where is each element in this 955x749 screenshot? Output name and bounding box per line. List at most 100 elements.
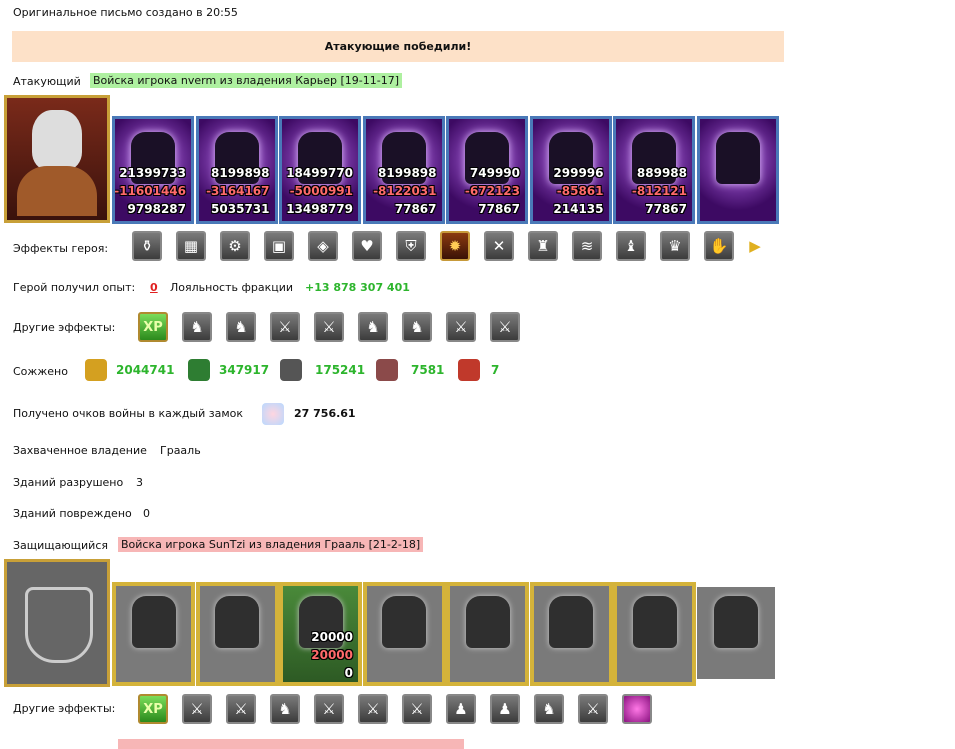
- defender-unit-card[interactable]: [195, 582, 279, 686]
- unit-remaining: 77867: [394, 202, 437, 216]
- scroll-icon[interactable]: ≋: [572, 231, 602, 261]
- hero-body: [17, 166, 97, 216]
- defender-army: Войска игрока SunTzi из владения Грааль …: [118, 537, 424, 552]
- defender-unit-card[interactable]: [529, 582, 613, 686]
- arrow-right-icon[interactable]: ▶: [748, 231, 762, 261]
- unit-portrait: [131, 596, 176, 649]
- sword-icon[interactable]: ⚔: [446, 312, 476, 342]
- worker-icon: [458, 359, 480, 381]
- unit-loss: -812121: [631, 184, 687, 198]
- dragon-icon[interactable]: ♛: [660, 231, 690, 261]
- burned-label: Сожжено: [13, 365, 68, 378]
- unit-remaining: 77867: [645, 202, 687, 216]
- sword-icon[interactable]: ⚔: [314, 312, 344, 342]
- unit-loss: -85861: [556, 184, 604, 198]
- unit-loss: -3164167: [206, 184, 270, 198]
- loyalty-value: +13 878 307 401: [305, 281, 410, 294]
- glove-icon[interactable]: ✋: [704, 231, 734, 261]
- unit-remaining: 214135: [553, 202, 604, 216]
- boots-icon[interactable]: ♝: [616, 231, 646, 261]
- damaged-label: Зданий повреждено: [13, 507, 132, 520]
- treasure-icon[interactable]: ◈: [308, 231, 338, 261]
- defender-label: Защищающийся: [13, 539, 108, 552]
- defender-unit-card[interactable]: [362, 582, 446, 686]
- ore-icon: [280, 359, 302, 381]
- unit-remaining: 13498779: [286, 202, 353, 216]
- horse-icon[interactable]: ♞: [226, 312, 256, 342]
- cauldron-icon[interactable]: ⚱: [132, 231, 162, 261]
- horse-icon[interactable]: ♞: [534, 694, 564, 724]
- war-points-label: Получено очков войны в каждый замок: [13, 407, 244, 420]
- defender-unit-card[interactable]: [696, 587, 775, 679]
- sword-icon[interactable]: ⚔: [490, 312, 520, 342]
- exp-value-link[interactable]: 0: [150, 281, 158, 294]
- burned-value: 2044741: [116, 363, 175, 377]
- attacker-unit-card[interactable]: 889988 -812121 77867: [613, 116, 695, 224]
- attacker-army: Войска игрока nverm из владения Карьер […: [90, 73, 403, 88]
- unit-portrait: [715, 131, 760, 184]
- armor-grid-icon[interactable]: ▦: [176, 231, 206, 261]
- damaged-value: 0: [143, 507, 150, 520]
- burned-value: 7: [491, 363, 500, 377]
- sword-icon[interactable]: ⚔: [226, 694, 256, 724]
- attacker-unit-card[interactable]: 18499770 -5000991 13498779: [279, 116, 361, 224]
- pink-orb-icon[interactable]: [622, 694, 652, 724]
- sword-icon[interactable]: ⚔: [182, 694, 212, 724]
- pawn-icon[interactable]: ♟: [446, 694, 476, 724]
- unit-portrait: [549, 596, 593, 649]
- attacker-unit-card[interactable]: 749990 -672123 77867: [446, 116, 528, 224]
- sword-icon[interactable]: ⚔: [270, 312, 300, 342]
- defender-unit-card[interactable]: 20000 20000 0: [279, 582, 362, 686]
- unit-loss: -672123: [464, 184, 520, 198]
- burned-value: 347917: [219, 363, 270, 377]
- battle-result-banner: Атакующие победили!: [12, 31, 784, 62]
- stone-icon: [376, 359, 398, 381]
- fire-rune-icon[interactable]: ✹: [440, 231, 470, 261]
- destroyed-label: Зданий разрушено: [13, 476, 124, 489]
- unit-count: 20000: [311, 630, 353, 644]
- loyalty-label: Лояльность фракции: [170, 281, 294, 294]
- wood-icon: [188, 359, 210, 381]
- chest-icon[interactable]: ▣: [264, 231, 294, 261]
- attacker-hero-portrait[interactable]: [4, 95, 110, 223]
- pawn-icon[interactable]: ♟: [490, 694, 520, 724]
- defender-unit-card[interactable]: [613, 582, 696, 686]
- unit-count: 18499770: [286, 166, 353, 180]
- xp-icon[interactable]: XP: [138, 312, 168, 342]
- horse-icon[interactable]: ♞: [402, 312, 432, 342]
- sword-icon[interactable]: ⚔: [358, 694, 388, 724]
- unit-portrait: [215, 596, 259, 649]
- mage-icon[interactable]: ♜: [528, 231, 558, 261]
- sword-icon[interactable]: ⚔: [314, 694, 344, 724]
- unit-portrait: [465, 596, 510, 649]
- captured-value: Грааль: [160, 444, 201, 457]
- shield-icon[interactable]: ⛨: [396, 231, 426, 261]
- crossed-swords-icon[interactable]: ✕: [484, 231, 514, 261]
- defender-hero-portrait[interactable]: [4, 559, 110, 687]
- xp-icon[interactable]: XP: [138, 694, 168, 724]
- attacker-unit-card[interactable]: 8199898 -3164167 5035731: [195, 116, 278, 224]
- defender-other-effects-label: Другие эффекты:: [13, 702, 116, 715]
- heart-icon[interactable]: ♥: [352, 231, 382, 261]
- attacker-unit-card[interactable]: 21399733 -11601446 9798287: [112, 116, 194, 224]
- unit-portrait: [632, 596, 677, 649]
- sword-icon[interactable]: ⚔: [402, 694, 432, 724]
- horse-icon[interactable]: ♞: [358, 312, 388, 342]
- unit-remaining: 77867: [478, 202, 520, 216]
- gear-box-icon[interactable]: ⚙: [220, 231, 250, 261]
- horse-icon[interactable]: ♞: [182, 312, 212, 342]
- skull-mask-icon: [32, 110, 82, 170]
- defender-unit-card[interactable]: [112, 582, 195, 686]
- defender-unit-card[interactable]: [446, 582, 529, 686]
- unit-count: 8199898: [211, 166, 270, 180]
- other-effects-label: Другие эффекты:: [13, 321, 116, 334]
- unit-loss: -8122031: [373, 184, 437, 198]
- attacker-unit-card[interactable]: 299996 -85861 214135: [529, 116, 612, 224]
- unit-count: 299996: [553, 166, 604, 180]
- horse-icon[interactable]: ♞: [270, 694, 300, 724]
- unit-remaining: 5035731: [211, 202, 270, 216]
- attacker-unit-card[interactable]: 8199898 -8122031 77867: [362, 116, 445, 224]
- sword-icon[interactable]: ⚔: [578, 694, 608, 724]
- attacker-unit-card[interactable]: [696, 116, 779, 224]
- destroyed-value: 3: [136, 476, 143, 489]
